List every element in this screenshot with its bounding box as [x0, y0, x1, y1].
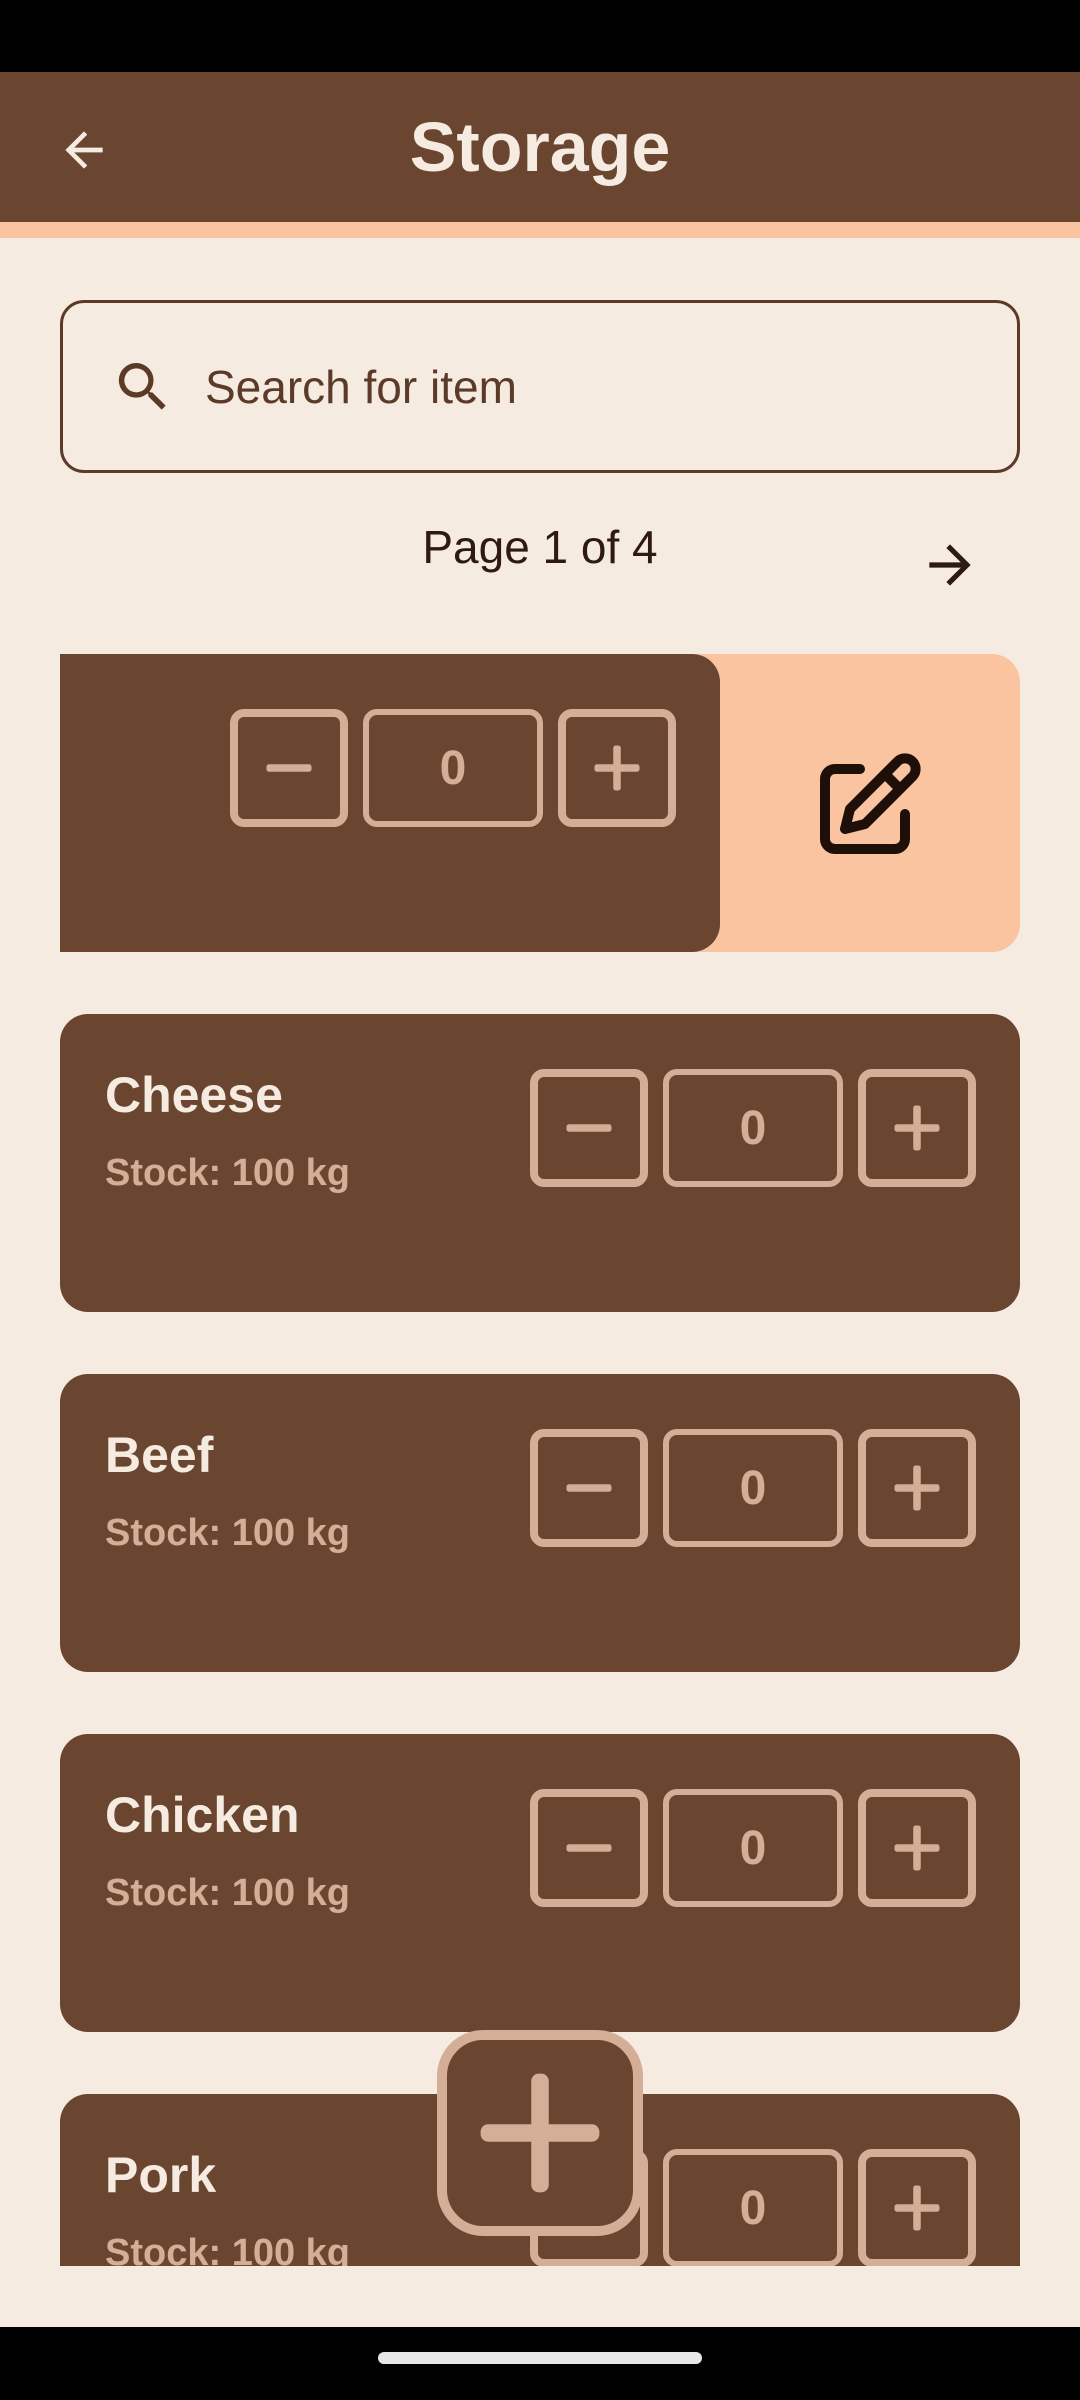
quantity-stepper: 0 [530, 1069, 980, 1187]
item-stock: Stock: 100 kg [105, 1512, 350, 1554]
plus-icon [594, 745, 640, 791]
quantity-field[interactable]: 0 [663, 2149, 843, 2266]
item-card[interactable]: Beef Stock: 100 kg 0 [60, 1374, 1020, 1672]
item-name: Pork [105, 2147, 217, 2203]
item-stock: Stock: 100 kg [105, 1872, 350, 1914]
increment-button[interactable] [858, 2149, 976, 2266]
item-stock: Stock: 100 kg [105, 1152, 350, 1194]
edit-button[interactable] [800, 744, 930, 874]
search-bar[interactable] [60, 300, 1020, 473]
search-icon [118, 362, 166, 410]
item-name: Cheese [105, 1067, 283, 1123]
increment-button[interactable] [858, 1789, 976, 1907]
app-bar-accent [0, 222, 1080, 238]
plus-icon [894, 1825, 940, 1871]
arrow-right-icon [929, 544, 971, 586]
status-bar [0, 0, 1080, 72]
edit-icon [820, 753, 921, 854]
increment-button[interactable] [858, 1069, 976, 1187]
next-page-button[interactable] [910, 530, 990, 600]
item-name: Chicken [105, 1787, 300, 1843]
plus-icon [894, 1105, 940, 1151]
quantity-stepper: 0 [530, 1789, 980, 1907]
quantity-field[interactable]: 0 [663, 1789, 843, 1907]
quantity-field[interactable]: 0 [663, 1069, 843, 1187]
minus-icon [566, 1124, 612, 1132]
add-item-fab[interactable] [437, 2030, 643, 2236]
plus-icon [894, 2185, 940, 2231]
page-title: Storage [409, 108, 671, 186]
item-card[interactable]: Cheese Stock: 100 kg 0 [60, 1014, 1020, 1312]
swiped-list-item: 0 [60, 654, 1020, 952]
increment-button[interactable] [558, 709, 676, 827]
increment-button[interactable] [858, 1429, 976, 1547]
decrement-button[interactable] [230, 709, 348, 827]
quantity-field[interactable]: 0 [363, 709, 543, 827]
quantity-stepper: 0 [530, 1429, 980, 1547]
add-icon [480, 2073, 600, 2193]
search-input[interactable] [205, 359, 965, 414]
item-card[interactable]: 0 [60, 654, 720, 952]
decrement-button[interactable] [530, 1789, 648, 1907]
plus-icon [894, 1465, 940, 1511]
decrement-button[interactable] [530, 1069, 648, 1187]
home-gesture-handle[interactable] [378, 2352, 702, 2364]
minus-icon [566, 1844, 612, 1852]
quantity-field[interactable]: 0 [663, 1429, 843, 1547]
item-list: 0 Cheese Stock: 100 kg 0 Beef Stock: 100… [60, 654, 1020, 2266]
item-name: Beef [105, 1427, 214, 1483]
item-stock: Stock: 100 kg [105, 2232, 350, 2266]
decrement-button[interactable] [530, 1429, 648, 1547]
minus-icon [266, 764, 312, 772]
minus-icon [566, 1484, 612, 1492]
item-card[interactable]: Chicken Stock: 100 kg 0 [60, 1734, 1020, 2032]
quantity-stepper: 0 [230, 709, 680, 827]
